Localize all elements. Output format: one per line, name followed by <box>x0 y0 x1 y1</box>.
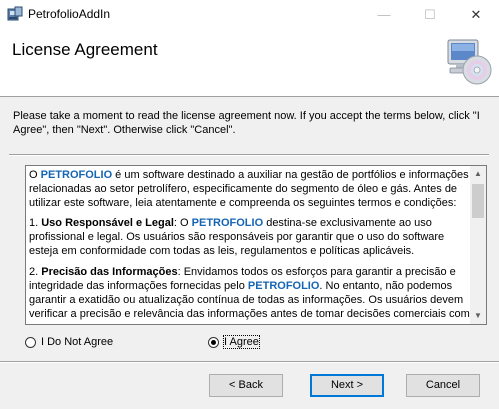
radio-selected-dot <box>211 340 216 345</box>
scroll-down-arrow-icon[interactable]: ▼ <box>470 308 486 324</box>
instructions-text: Please take a moment to read the license… <box>13 110 480 136</box>
brand-name: PETROFOLIO <box>191 217 264 230</box>
text-run: : O <box>173 217 192 230</box>
license-paragraph: 1. Uso Responsável e Legal: O PETROFOLIO… <box>29 216 471 258</box>
brand-name: PETROFOLIO <box>247 279 320 292</box>
text-run: 2. <box>29 265 42 278</box>
next-button[interactable]: Next > <box>310 374 384 397</box>
cancel-button[interactable]: Cancel <box>406 374 480 397</box>
page-title: License Agreement <box>12 40 158 59</box>
section-heading: Precisão das Informações <box>41 265 178 278</box>
agree-radio[interactable] <box>208 337 219 348</box>
wizard-header: License Agreement <box>0 30 499 97</box>
disagree-radio[interactable] <box>25 337 36 348</box>
text-run: 1. <box>29 217 42 230</box>
text-run: O <box>29 169 41 181</box>
back-button[interactable]: < Back <box>209 374 283 397</box>
maximize-icon: ☐ <box>424 7 436 22</box>
brand-name: PETROFOLIO <box>40 169 113 181</box>
footer-separator <box>0 361 499 363</box>
license-paragraph: 2. Precisão das Informações: Envidamos t… <box>29 265 471 321</box>
window-title: PetrofolioAddIn <box>28 7 111 21</box>
license-text: O PETROFOLIO é um software destinado a a… <box>29 168 471 324</box>
close-icon: ✕ <box>470 7 482 22</box>
disagree-label[interactable]: I Do Not Agree <box>41 336 113 348</box>
separator <box>9 154 489 156</box>
minimize-button[interactable]: — <box>361 0 407 30</box>
agree-label[interactable]: I Agree <box>223 335 260 349</box>
scroll-up-arrow-icon[interactable]: ▲ <box>470 166 486 182</box>
section-heading: Uso Responsável e Legal <box>41 217 174 230</box>
scrollbar-thumb[interactable] <box>472 184 484 218</box>
close-button[interactable]: ✕ <box>453 0 499 30</box>
computer-cd-icon <box>447 39 492 85</box>
installer-app-icon <box>7 6 23 21</box>
maximize-button[interactable]: ☐ <box>407 0 453 30</box>
minimize-icon: — <box>377 7 391 22</box>
vertical-scrollbar[interactable]: ▲ ▼ <box>470 166 486 324</box>
title-bar: PetrofolioAddIn — ☐ ✕ <box>0 0 499 30</box>
license-textbox[interactable]: O PETROFOLIO é um software destinado a a… <box>25 165 487 325</box>
license-paragraph: O PETROFOLIO é um software destinado a a… <box>29 168 471 210</box>
